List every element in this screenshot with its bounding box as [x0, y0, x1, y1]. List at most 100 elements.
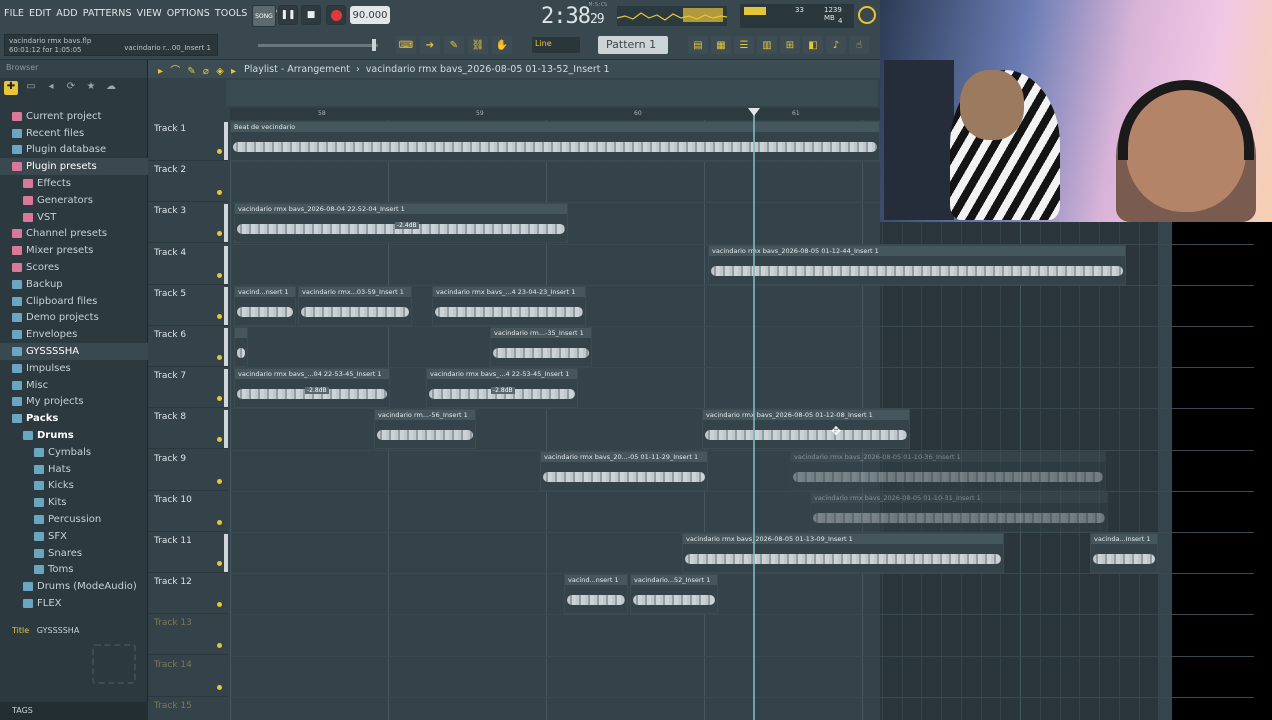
- clip-label[interactable]: vacindario rmx bavs_...04 22-53-45_Inser…: [235, 369, 389, 380]
- clip-label[interactable]: vacindario rmx...03-59_Insert 1: [299, 286, 411, 297]
- audio-clip[interactable]: vacindario rmx bavs_2026-08-05 01-12-44_…: [708, 244, 1126, 285]
- clip-label[interactable]: vacindario rmx bavs_2026-08-04 22-52-04_…: [235, 204, 567, 215]
- browser-item[interactable]: Generators: [0, 192, 148, 209]
- audio-clip[interactable]: vacindario rmx bavs_...04 22-53-45_Inser…: [234, 368, 390, 409]
- clip-label[interactable]: vacind...nsert 1: [235, 286, 295, 297]
- menu-edit[interactable]: EDIT: [29, 8, 51, 19]
- menu-view[interactable]: VIEW: [137, 8, 162, 19]
- arrow-icon[interactable]: ➔: [420, 36, 440, 54]
- browser-item[interactable]: Impulses: [0, 360, 148, 377]
- browser-item[interactable]: Snares: [0, 545, 148, 562]
- browser-item[interactable]: Clipboard files: [0, 293, 148, 310]
- audio-clip[interactable]: vacindario rmx bavs_2026-08-05 01-12-08_…: [702, 409, 910, 450]
- tempo-display[interactable]: 90.000: [350, 6, 390, 24]
- pattern-selector[interactable]: Pattern 1: [598, 36, 668, 54]
- pause-button[interactable]: ❚❚: [278, 5, 298, 25]
- browser-item[interactable]: SFX: [0, 528, 148, 545]
- clip-label[interactable]: vacindario rmx bavs_20...-05 01-11-29_In…: [541, 451, 707, 462]
- browser-item[interactable]: Scores: [0, 259, 148, 276]
- song-mode-toggle[interactable]: SONG: [252, 5, 276, 27]
- clip-label[interactable]: vacind...nsert 1: [565, 575, 627, 586]
- browser-icon[interactable]: ⊞: [780, 36, 800, 54]
- clip-label[interactable]: vacindario rmx bavs_2026-08-05 01-13-09_…: [683, 534, 1003, 544]
- slider-knob[interactable]: [372, 39, 376, 51]
- audio-clip[interactable]: vacind...nsert 1: [234, 285, 296, 326]
- browser-item[interactable]: My projects: [0, 394, 148, 411]
- tempo-tap-icon[interactable]: ♪: [826, 36, 846, 54]
- browser-item[interactable]: Plugin database: [0, 142, 148, 159]
- clip-label[interactable]: vacindario rmx bavs_2026-08-05 01-12-08_…: [703, 410, 909, 421]
- audio-clip[interactable]: vacindario rmx bavs_...4 23-04-23_Insert…: [432, 285, 586, 326]
- browser-item[interactable]: Drums: [0, 427, 148, 444]
- plugin-icon[interactable]: ◧: [803, 36, 823, 54]
- playlist-icon[interactable]: ▤: [688, 36, 708, 54]
- clip-label[interactable]: vacindario rmx bavs_...4 23-04-23_Insert…: [433, 286, 585, 297]
- browser-item[interactable]: Current project: [0, 108, 148, 125]
- browser-item[interactable]: Envelopes: [0, 326, 148, 343]
- power-icon[interactable]: [858, 6, 876, 24]
- browser-item[interactable]: Plugin presets: [0, 158, 148, 176]
- browser-item[interactable]: Channel presets: [0, 226, 148, 243]
- browser-item[interactable]: Misc: [0, 377, 148, 394]
- star-icon[interactable]: ★: [84, 81, 98, 95]
- audio-clip[interactable]: Beat de vecindario: [230, 121, 880, 161]
- audio-clip[interactable]: [234, 327, 248, 367]
- audio-clip[interactable]: vacindario...52_Insert 1: [630, 574, 718, 615]
- menu-tools[interactable]: TOOLS: [215, 8, 248, 19]
- browser-mode-icon[interactable]: ✚: [4, 81, 18, 95]
- menu-options[interactable]: OPTIONS: [167, 8, 210, 19]
- audio-clip[interactable]: vacindario rmx bavs_2026-08-05 01-13-09_…: [682, 533, 1004, 573]
- snap-selector[interactable]: Line: [532, 37, 580, 53]
- browser-item[interactable]: Percussion: [0, 511, 148, 528]
- menu-file[interactable]: FILE: [4, 8, 24, 19]
- browser-item[interactable]: FLEX: [0, 595, 148, 612]
- browser-item[interactable]: Kicks: [0, 478, 148, 495]
- browser-item[interactable]: Cymbals: [0, 444, 148, 461]
- clip-label[interactable]: vacinda...Insert 1: [1091, 534, 1157, 544]
- touch-icon[interactable]: ☝: [849, 36, 869, 54]
- clip-label[interactable]: vacindario rmx bavs_...4 22-53-45_Insert…: [427, 369, 577, 380]
- clip-label[interactable]: [235, 328, 247, 338]
- audio-clip[interactable]: vacindario rmx bavs_2026-08-05 01-10-31_…: [810, 491, 1108, 532]
- mixer-icon[interactable]: ▥: [757, 36, 777, 54]
- master-volume-slider[interactable]: [258, 39, 378, 51]
- hand-icon[interactable]: ✋: [492, 36, 512, 54]
- audio-clip[interactable]: vacindario rmx bavs_2026-08-05 01-10-36_…: [790, 450, 1106, 491]
- menu-add[interactable]: ADD: [56, 8, 77, 19]
- playlist-overview[interactable]: [226, 80, 878, 106]
- playhead-marker[interactable]: [748, 108, 760, 116]
- clip-label[interactable]: Beat de vecindario: [231, 122, 879, 132]
- link-icon[interactable]: ⛓: [468, 36, 488, 54]
- browser-item[interactable]: Drums (ModeAudio): [0, 578, 148, 595]
- keyboard-icon[interactable]: ⌨: [396, 36, 416, 54]
- stop-button[interactable]: ■: [301, 5, 321, 25]
- clip-label[interactable]: vacindario rmx bavs_2026-08-05 01-10-36_…: [791, 451, 1105, 462]
- browser-item[interactable]: Backup: [0, 276, 148, 293]
- audio-clip[interactable]: vacindario rmx...03-59_Insert 1: [298, 285, 412, 326]
- browser-item[interactable]: Recent files: [0, 125, 148, 142]
- audio-clip[interactable]: vacinda...Insert 1: [1090, 533, 1158, 573]
- menu-patterns[interactable]: PATTERNS: [83, 8, 132, 19]
- browser-item[interactable]: Demo projects: [0, 310, 148, 327]
- cloud-icon[interactable]: ☁: [104, 81, 118, 95]
- browser-item[interactable]: VST: [0, 209, 148, 226]
- clip-label[interactable]: vacindario rmx bavs_2026-08-05 01-10-31_…: [811, 492, 1107, 503]
- browser-item[interactable]: Packs: [0, 410, 148, 427]
- browser-item[interactable]: Hats: [0, 461, 148, 478]
- refresh-icon[interactable]: ⟳: [64, 81, 78, 95]
- browser-item[interactable]: Kits: [0, 494, 148, 511]
- piano-roll-icon[interactable]: ▦: [711, 36, 731, 54]
- clip-label[interactable]: vacindario rmx bavs_2026-08-05 01-12-44_…: [709, 245, 1125, 256]
- playlist-tools-icon[interactable]: ▸ ⌒ ✎ ⌀ ◈ ▸: [158, 62, 238, 77]
- clip-label[interactable]: vacindario rm...-35_Insert 1: [491, 328, 591, 338]
- browser-item[interactable]: Toms: [0, 562, 148, 579]
- audio-clip[interactable]: vacindario rmx bavs_2026-08-04 22-52-04_…: [234, 203, 568, 244]
- record-button[interactable]: [326, 5, 346, 25]
- audio-clip[interactable]: vacindario rmx bavs_...4 22-53-45_Insert…: [426, 368, 578, 409]
- audio-clip[interactable]: vacindario rmx bavs_20...-05 01-11-29_In…: [540, 450, 708, 491]
- channel-rack-icon[interactable]: ☰: [734, 36, 754, 54]
- playhead[interactable]: [753, 108, 755, 720]
- browser-item[interactable]: GYSSSSHA: [0, 343, 148, 360]
- audio-clip[interactable]: vacind...nsert 1: [564, 574, 628, 615]
- clip-label[interactable]: vacindario rm...-56_Insert 1: [375, 410, 475, 421]
